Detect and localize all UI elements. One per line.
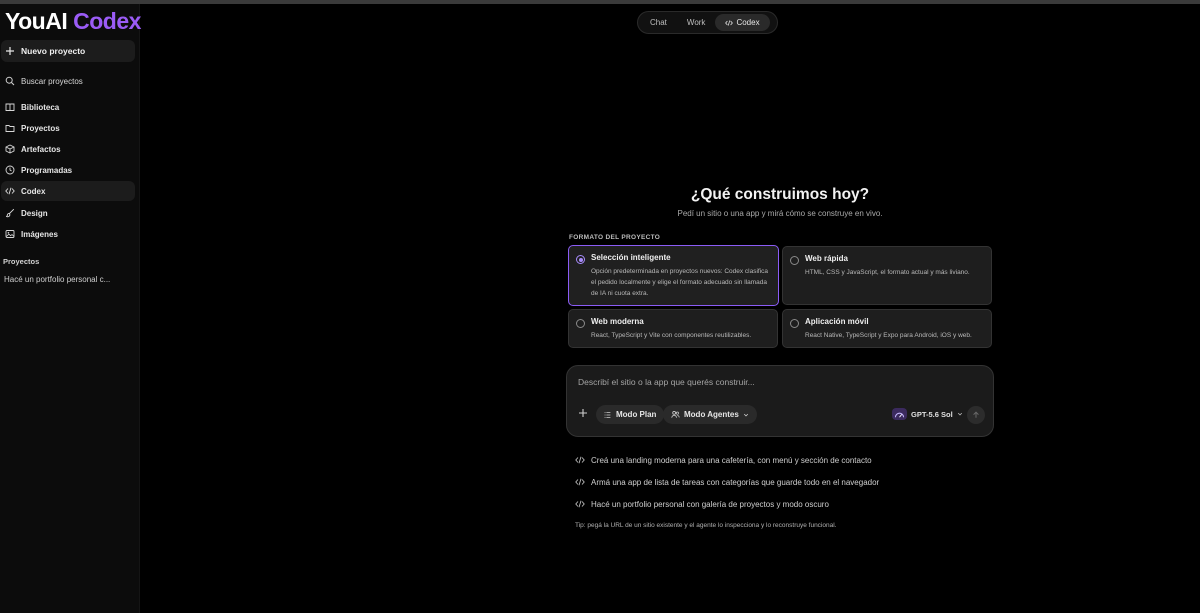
- radio-unselected[interactable]: [790, 256, 799, 265]
- agents-mode-dropdown[interactable]: Modo Agentes: [663, 405, 757, 424]
- arrow-up-icon: [973, 411, 979, 418]
- card-title: Web rápida: [805, 254, 848, 263]
- sidebar-item-label: Imágenes: [21, 229, 58, 239]
- sidebar-item-label: Proyectos: [21, 123, 60, 133]
- chevron-down-icon: [743, 412, 749, 418]
- suggestion-text: Armá una app de lista de tareas con cate…: [591, 477, 880, 487]
- clock-icon: [5, 165, 15, 175]
- sidebar-item-label: Programadas: [21, 165, 73, 175]
- sidebar-item-design[interactable]: Design: [1, 203, 135, 223]
- sidebar-item-programadas[interactable]: Programadas: [1, 160, 135, 180]
- new-project-button[interactable]: Nuevo proyecto: [1, 40, 135, 62]
- page-subtitle: Pedí un sitio o una app y mirá cómo se c…: [677, 209, 883, 218]
- code-icon: [575, 477, 585, 487]
- radio-unselected[interactable]: [576, 319, 585, 328]
- cube-icon: [5, 144, 15, 154]
- model-label: GPT-5.6 Sol: [911, 409, 953, 419]
- tab-chat[interactable]: Chat: [640, 14, 677, 31]
- book-icon: [5, 102, 15, 112]
- suggestion-item[interactable]: Creá una landing moderna para una cafete…: [575, 455, 872, 465]
- list-icon: [604, 411, 612, 419]
- radio-selected[interactable]: [576, 255, 585, 264]
- projects-section-label: Proyectos: [3, 257, 40, 266]
- suggestion-item[interactable]: Hacé un portfolio personal con galería d…: [575, 499, 829, 509]
- format-card-smart[interactable]: Selección inteligente Opción predetermin…: [568, 245, 779, 306]
- sidebar-item-codex[interactable]: Codex: [1, 181, 135, 201]
- folder-icon: [5, 123, 15, 133]
- agents-mode-label: Modo Agentes: [684, 410, 739, 419]
- brush-icon: [5, 208, 15, 218]
- plan-mode-button[interactable]: Modo Plan: [596, 405, 665, 424]
- code-icon: [5, 186, 15, 196]
- card-description: HTML, CSS y JavaScript, el formato actua…: [805, 269, 970, 276]
- sidebar-item-proyectos[interactable]: Proyectos: [1, 118, 135, 138]
- suggestion-item[interactable]: Armá una app de lista de tareas con cate…: [575, 477, 879, 487]
- search-projects-label: Buscar proyectos: [21, 76, 83, 86]
- sidebar: YouAI Codex Nuevo proyecto Buscar proyec…: [0, 4, 141, 613]
- tab-codex[interactable]: Codex: [715, 14, 770, 31]
- sidebar-item-label: Codex: [21, 186, 46, 196]
- gauge-icon: [892, 408, 907, 420]
- sidebar-item-biblioteca[interactable]: Biblioteca: [1, 97, 135, 117]
- format-section-label: FORMATO DEL PROYECTO: [569, 234, 661, 241]
- sidebar-item-artefactos[interactable]: Artefactos: [1, 139, 135, 159]
- sidebar-item-label: Biblioteca: [21, 102, 60, 112]
- search-icon: [5, 76, 15, 86]
- code-icon: [725, 19, 734, 27]
- tab-work[interactable]: Work: [677, 14, 716, 31]
- format-card-modern-web[interactable]: Web moderna React, TypeScript y Vite con…: [568, 309, 778, 348]
- chevron-down-icon: [957, 411, 963, 417]
- format-card-fast-web[interactable]: Web rápida HTML, CSS y JavaScript, el fo…: [782, 246, 992, 305]
- image-icon: [5, 229, 15, 239]
- mode-tabs: Chat Work Codex: [637, 11, 778, 34]
- tip-text: Tip: pegá la URL de un sitio existente y…: [575, 522, 837, 529]
- recent-project-item[interactable]: Hacé un portfolio personal c...: [4, 275, 110, 284]
- page-title: ¿Qué construimos hoy?: [690, 186, 870, 203]
- new-project-label: Nuevo proyecto: [21, 46, 86, 56]
- suggestion-text: Creá una landing moderna para una cafete…: [591, 455, 872, 465]
- card-title: Web moderna: [591, 317, 644, 326]
- card-description: React, TypeScript y Vite con componentes…: [591, 332, 752, 339]
- plus-icon: [579, 409, 587, 417]
- search-projects-button[interactable]: Buscar proyectos: [1, 71, 135, 91]
- sidebar-item-imagenes[interactable]: Imágenes: [1, 224, 135, 244]
- prompt-composer: Modo Plan Modo Agentes GPT-5.6 Sol: [566, 365, 994, 437]
- prompt-input[interactable]: [578, 375, 978, 389]
- card-title: Selección inteligente: [591, 253, 671, 262]
- radio-unselected[interactable]: [790, 319, 799, 328]
- model-selector[interactable]: GPT-5.6 Sol: [892, 408, 963, 420]
- tab-codex-label: Codex: [736, 18, 760, 27]
- app-logo[interactable]: YouAI Codex: [5, 8, 141, 35]
- card-title: Aplicación móvil: [805, 317, 869, 326]
- attach-plus-button[interactable]: [577, 408, 589, 420]
- plus-icon: [5, 46, 15, 56]
- suggestion-text: Hacé un portfolio personal con galería d…: [591, 499, 829, 509]
- code-icon: [575, 499, 585, 509]
- card-description: Opción predeterminada en proyectos nuevo…: [591, 268, 769, 297]
- sidebar-item-label: Design: [21, 208, 48, 218]
- code-icon: [575, 455, 585, 465]
- users-icon: [671, 410, 680, 419]
- send-button[interactable]: [967, 406, 985, 424]
- format-card-mobile-app[interactable]: Aplicación móvil React Native, TypeScrip…: [782, 309, 992, 348]
- card-description: React Native, TypeScript y Expo para And…: [805, 332, 972, 339]
- plan-mode-label: Modo Plan: [616, 410, 657, 419]
- window-top-strip: [0, 0, 1200, 4]
- sidebar-item-label: Artefactos: [21, 144, 61, 154]
